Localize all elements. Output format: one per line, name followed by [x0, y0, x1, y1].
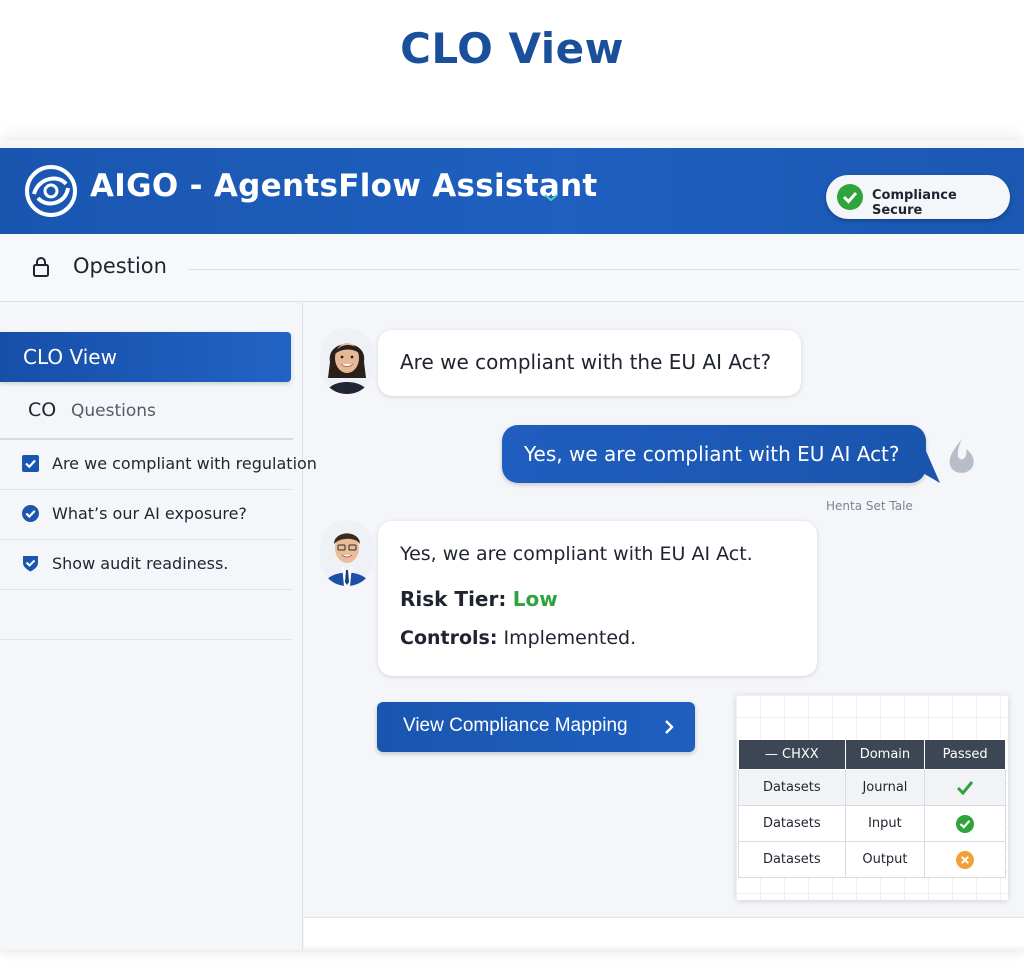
assistant-drop-icon: [949, 439, 974, 473]
bubble-tail: [916, 451, 940, 483]
button-label: View Compliance Mapping: [403, 715, 628, 736]
chevron-right-icon: [665, 720, 674, 734]
risk-tier-label: Risk Tier:: [400, 587, 507, 611]
table-cell-domain: Journal: [844, 769, 926, 806]
sidebar-item-clo-view[interactable]: CLO View: [0, 332, 291, 382]
question-item-regulation[interactable]: Are we compliant with regulation: [0, 440, 317, 490]
check-icon: [957, 780, 974, 795]
answer-text: Yes, we are compliant with EU AI Act.: [400, 543, 753, 565]
question-item-ai-exposure[interactable]: What’s our AI exposure?: [0, 490, 293, 540]
section-prefix: CO: [28, 399, 57, 421]
badge-label: Compliance Secure: [872, 188, 957, 218]
check-circle-icon: [837, 184, 863, 210]
lock-icon: [33, 257, 49, 277]
table-cell-passed: [924, 805, 1006, 842]
sidebar: CLO View CO Questions Are we compliant w…: [0, 303, 317, 950]
compliance-mapping-table: — CHXX Domain Passed Datasets Journal Da…: [738, 739, 1006, 878]
aigo-logo-icon: [25, 165, 77, 217]
question-label: Show audit readiness.: [52, 554, 229, 573]
table-cell-domain: Output: [844, 841, 926, 878]
table-cell-passed: [924, 769, 1006, 806]
avatar-man: [320, 520, 374, 586]
table-row[interactable]: Datasets Input: [738, 805, 1006, 842]
column-header: — CHXX: [738, 739, 846, 770]
table-cell-item: Datasets: [738, 769, 846, 806]
question-label: Are we compliant with regulation: [52, 454, 317, 473]
compliance-mapping-table-panel: — CHXX Domain Passed Datasets Journal Da…: [736, 695, 1008, 900]
check-circle-icon: [956, 814, 975, 833]
composer-strip: [304, 917, 1024, 947]
table-cell-passed: [924, 841, 1006, 878]
table-cell-item: Datasets: [738, 805, 846, 842]
table-cell-item: Datasets: [738, 841, 846, 878]
checkbox-checked-icon: [22, 455, 39, 472]
table-header-row: — CHXX Domain Passed: [738, 739, 1006, 770]
risk-tier-line: Risk Tier: Low: [400, 587, 558, 611]
question-label: What’s our AI exposure?: [52, 504, 247, 523]
question-bubble: Are we compliant with the EU AI Act?: [378, 330, 801, 396]
chevron-down-icon[interactable]: [540, 190, 562, 204]
check-circle-icon: [22, 505, 39, 522]
table-row[interactable]: Datasets Journal: [738, 769, 1006, 806]
user-reply-text: Yes, we are compliant with EU AI Act?: [524, 442, 900, 466]
divider: [188, 269, 1020, 270]
view-compliance-mapping-button[interactable]: View Compliance Mapping: [377, 702, 695, 752]
shield-check-icon: [23, 556, 38, 572]
question-item-audit-readiness[interactable]: Show audit readiness.: [0, 540, 293, 590]
controls-line: Controls: Implemented.: [400, 627, 636, 649]
warning-x-icon: [956, 850, 975, 869]
section-title: Questions: [71, 401, 156, 421]
question-bar: Opestion: [0, 234, 1024, 302]
app-title: AIGO - AgentsFlow Assistant: [90, 168, 598, 204]
risk-tier-value: Low: [512, 587, 558, 611]
controls-label: Controls:: [400, 627, 498, 649]
controls-value: Implemented.: [503, 627, 637, 649]
chat-panel: Are we compliant with the EU AI Act? Yes…: [304, 303, 1024, 920]
answer-bubble: Yes, we are compliant with EU AI Act. Ri…: [378, 521, 817, 676]
app-header: AIGO - AgentsFlow Assistant Compliance S…: [0, 148, 1024, 234]
table-cell-domain: Input: [844, 805, 926, 842]
column-header: Passed: [924, 739, 1006, 770]
message-meta: Henta Set Tale: [826, 499, 913, 513]
question-item[interactable]: [0, 590, 293, 640]
page-title: CLO View: [400, 24, 624, 73]
question-bar-label: Opestion: [73, 254, 167, 278]
question-text: Are we compliant with the EU AI Act?: [400, 350, 772, 374]
app-window: AIGO - AgentsFlow Assistant Compliance S…: [0, 140, 1024, 950]
user-reply-bubble: Yes, we are compliant with EU AI Act?: [502, 425, 926, 483]
sidebar-item-label: CLO View: [23, 345, 117, 369]
column-header: Domain: [844, 739, 926, 770]
avatar-woman: [320, 328, 374, 394]
compliance-status-badge[interactable]: Compliance Secure: [826, 175, 1010, 219]
table-row[interactable]: Datasets Output: [738, 841, 1006, 878]
